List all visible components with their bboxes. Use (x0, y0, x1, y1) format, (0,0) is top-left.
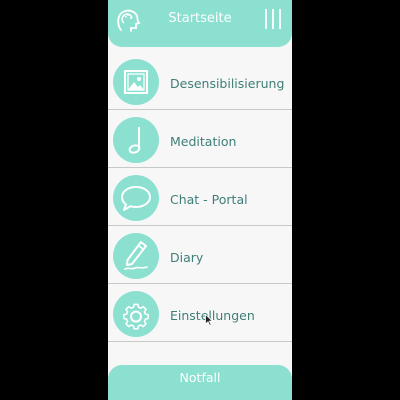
menu-icon-circle (113, 291, 159, 337)
pencil-icon (124, 241, 148, 270)
menu-item-label: Meditation (170, 134, 237, 149)
chat-bubble-icon (121, 186, 151, 211)
menu-item-label: Chat - Portal (170, 192, 248, 207)
menu-icon-circle (113, 117, 159, 163)
menu-bars-icon[interactable] (264, 8, 282, 30)
app-screen: Startseite Desensibilisierung Meditation… (108, 0, 292, 400)
menu-item-label: Desensibilisierung (170, 76, 285, 91)
menu-icon-circle (113, 59, 159, 105)
menu-item-meditation[interactable]: Meditation (108, 110, 292, 168)
menu-item-chat-portal[interactable]: Chat - Portal (108, 168, 292, 226)
menu-item-diary[interactable]: Diary (108, 226, 292, 284)
mouse-cursor-icon (205, 314, 213, 326)
picture-icon (124, 70, 148, 94)
music-note-icon (128, 127, 141, 154)
menu-icon-circle (113, 233, 159, 279)
menu-item-einstellungen[interactable]: Einstellungen (108, 284, 292, 342)
menu-item-label: Diary (170, 250, 204, 265)
emergency-button[interactable]: Notfall (108, 365, 292, 400)
gear-icon (123, 303, 149, 330)
menu-icon-circle (113, 175, 159, 221)
menu-item-desensibilisierung[interactable]: Desensibilisierung (108, 52, 292, 110)
main-menu: Desensibilisierung Meditation Chat - Por… (108, 52, 292, 342)
header-bar: Startseite (108, 0, 292, 47)
emergency-button-label: Notfall (179, 370, 221, 385)
